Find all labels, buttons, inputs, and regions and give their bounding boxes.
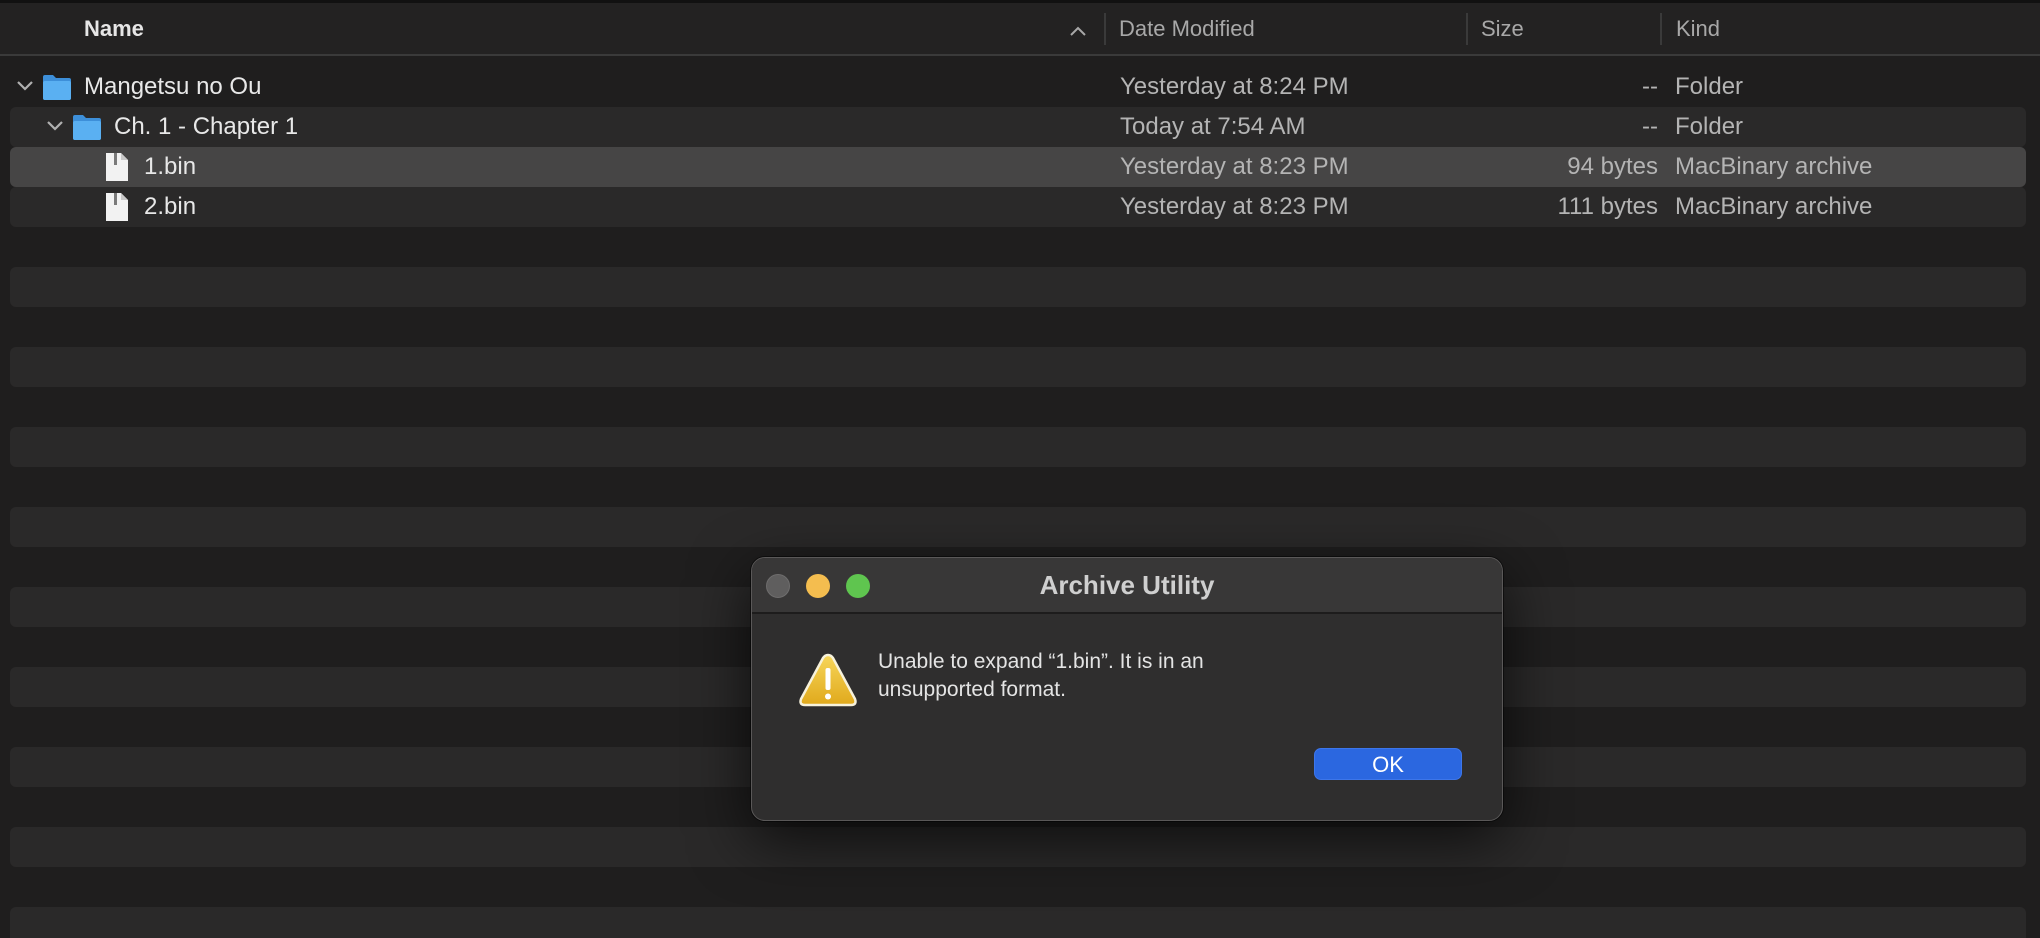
file-name: Mangetsu no Ou	[84, 73, 262, 100]
date-modified-column-header[interactable]: Date Modified	[1119, 3, 1255, 54]
file-kind: MacBinary archive	[1675, 153, 1873, 180]
file-name: 2.bin	[144, 193, 197, 220]
finder-window: Name Date Modified Size Kind Mangetsu no…	[0, 0, 2040, 938]
date-modified: Yesterday at 8:24 PM	[1120, 73, 1349, 100]
empty-row-stripe	[10, 907, 2026, 938]
file-name: 1.bin	[144, 153, 197, 180]
dialog-title: Archive Utility	[1039, 570, 1215, 600]
chevron-up-icon[interactable]	[1068, 21, 1088, 41]
ok-button[interactable]: OK	[1314, 748, 1462, 780]
empty-row-stripe	[10, 507, 2026, 547]
empty-row-stripe	[10, 267, 2026, 307]
date-modified: Today at 7:54 AM	[1120, 113, 1306, 140]
file-kind: Folder	[1675, 113, 1744, 140]
folder-icon	[73, 115, 101, 140]
file-size: --	[1642, 73, 1658, 100]
file-row-2-bin[interactable]: 2.bin Yesterday at 8:23 PM 111 bytes Mac…	[10, 187, 2026, 227]
archive-utility-alert: Archive Utility Unable to expand “1.bin”…	[751, 557, 1503, 821]
document-icon	[106, 193, 128, 221]
warning-icon	[799, 653, 857, 707]
chevron-down-icon[interactable]	[46, 119, 64, 133]
file-size: --	[1642, 113, 1658, 140]
file-kind: Folder	[1675, 73, 1744, 100]
kind-column-header[interactable]: Kind	[1676, 3, 1720, 54]
name-column-header[interactable]: Name	[84, 3, 144, 54]
folder-icon	[43, 75, 71, 100]
column-divider[interactable]	[1104, 13, 1106, 45]
dialog-titlebar[interactable]: Archive Utility	[752, 558, 1502, 614]
empty-row-stripe	[10, 427, 2026, 467]
file-row-chapter-1[interactable]: Ch. 1 - Chapter 1 Today at 7:54 AM -- Fo…	[10, 107, 2026, 147]
size-column-header[interactable]: Size	[1481, 3, 1524, 54]
date-modified: Yesterday at 8:23 PM	[1120, 153, 1349, 180]
file-size: 111 bytes	[1557, 193, 1658, 220]
document-icon	[106, 153, 128, 181]
column-divider[interactable]	[1466, 13, 1468, 45]
file-name: Ch. 1 - Chapter 1	[114, 113, 299, 140]
file-row-1-bin[interactable]: 1.bin Yesterday at 8:23 PM 94 bytes MacB…	[10, 147, 2026, 187]
alert-message: Unable to expand “1.bin”. It is in an un…	[878, 650, 1204, 701]
file-size: 94 bytes	[1567, 153, 1658, 180]
empty-row-stripe	[10, 347, 2026, 387]
file-kind: MacBinary archive	[1675, 193, 1873, 220]
empty-row-stripe	[10, 827, 2026, 867]
date-modified: Yesterday at 8:23 PM	[1120, 193, 1349, 220]
column-divider[interactable]	[1660, 13, 1662, 45]
chevron-down-icon[interactable]	[16, 79, 34, 93]
file-row-mangetsu-no-ou[interactable]: Mangetsu no Ou Yesterday at 8:24 PM -- F…	[10, 67, 2026, 107]
column-header: Name Date Modified Size Kind	[0, 0, 2040, 56]
